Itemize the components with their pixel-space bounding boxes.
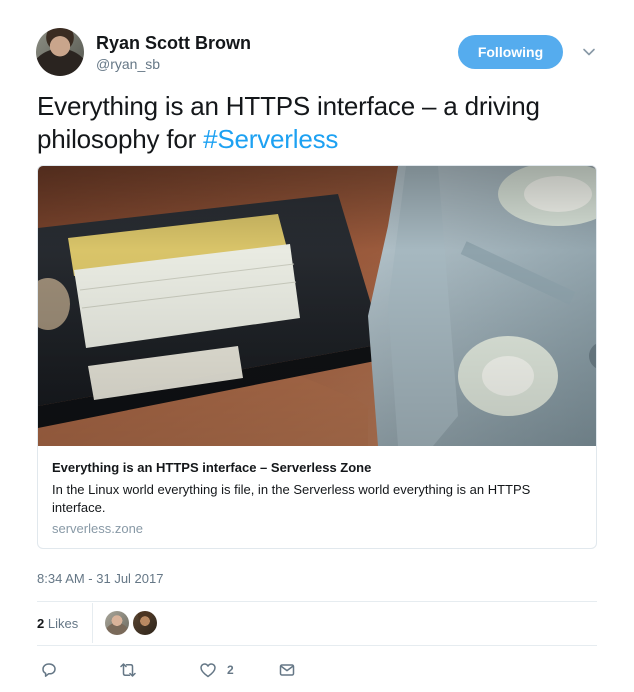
likes-separator xyxy=(92,603,93,643)
likes-count[interactable]: 2 Likes xyxy=(37,616,78,631)
card-image[interactable] xyxy=(38,166,596,446)
reply-icon xyxy=(42,663,56,677)
author-handle[interactable]: @ryan_sb xyxy=(96,56,160,72)
envelope-icon xyxy=(279,664,295,676)
tweet-text: Everything is an HTTPS interface – a dri… xyxy=(37,90,602,156)
card-domain: serverless.zone xyxy=(52,521,144,536)
heart-icon xyxy=(200,663,216,678)
reply-button[interactable] xyxy=(40,660,58,680)
liker-avatar[interactable] xyxy=(133,611,157,635)
retweet-button[interactable] xyxy=(119,660,137,680)
likes-label: Likes xyxy=(47,616,79,631)
author-avatar[interactable] xyxy=(36,28,84,76)
likes-number: 2 xyxy=(37,616,45,631)
divider-bottom xyxy=(37,645,597,646)
author-name[interactable]: Ryan Scott Brown xyxy=(96,33,251,54)
hashtag-link[interactable]: #Serverless xyxy=(203,124,338,154)
direct-message-button[interactable] xyxy=(278,660,296,680)
card-description: In the Linux world everything is file, i… xyxy=(52,482,531,515)
like-count: 2 xyxy=(227,663,234,677)
liker-avatar[interactable] xyxy=(105,611,129,635)
card-title: Everything is an HTTPS interface – Serve… xyxy=(52,460,372,475)
link-card[interactable]: Everything is an HTTPS interface – Serve… xyxy=(37,165,597,549)
like-button[interactable]: 2 xyxy=(199,660,234,680)
divider-top xyxy=(37,601,597,602)
retweet-icon xyxy=(120,663,136,677)
following-button[interactable]: Following xyxy=(458,35,563,69)
chevron-down-icon[interactable] xyxy=(580,43,598,61)
tweet-timestamp[interactable]: 8:34 AM - 31 Jul 2017 xyxy=(37,571,163,586)
